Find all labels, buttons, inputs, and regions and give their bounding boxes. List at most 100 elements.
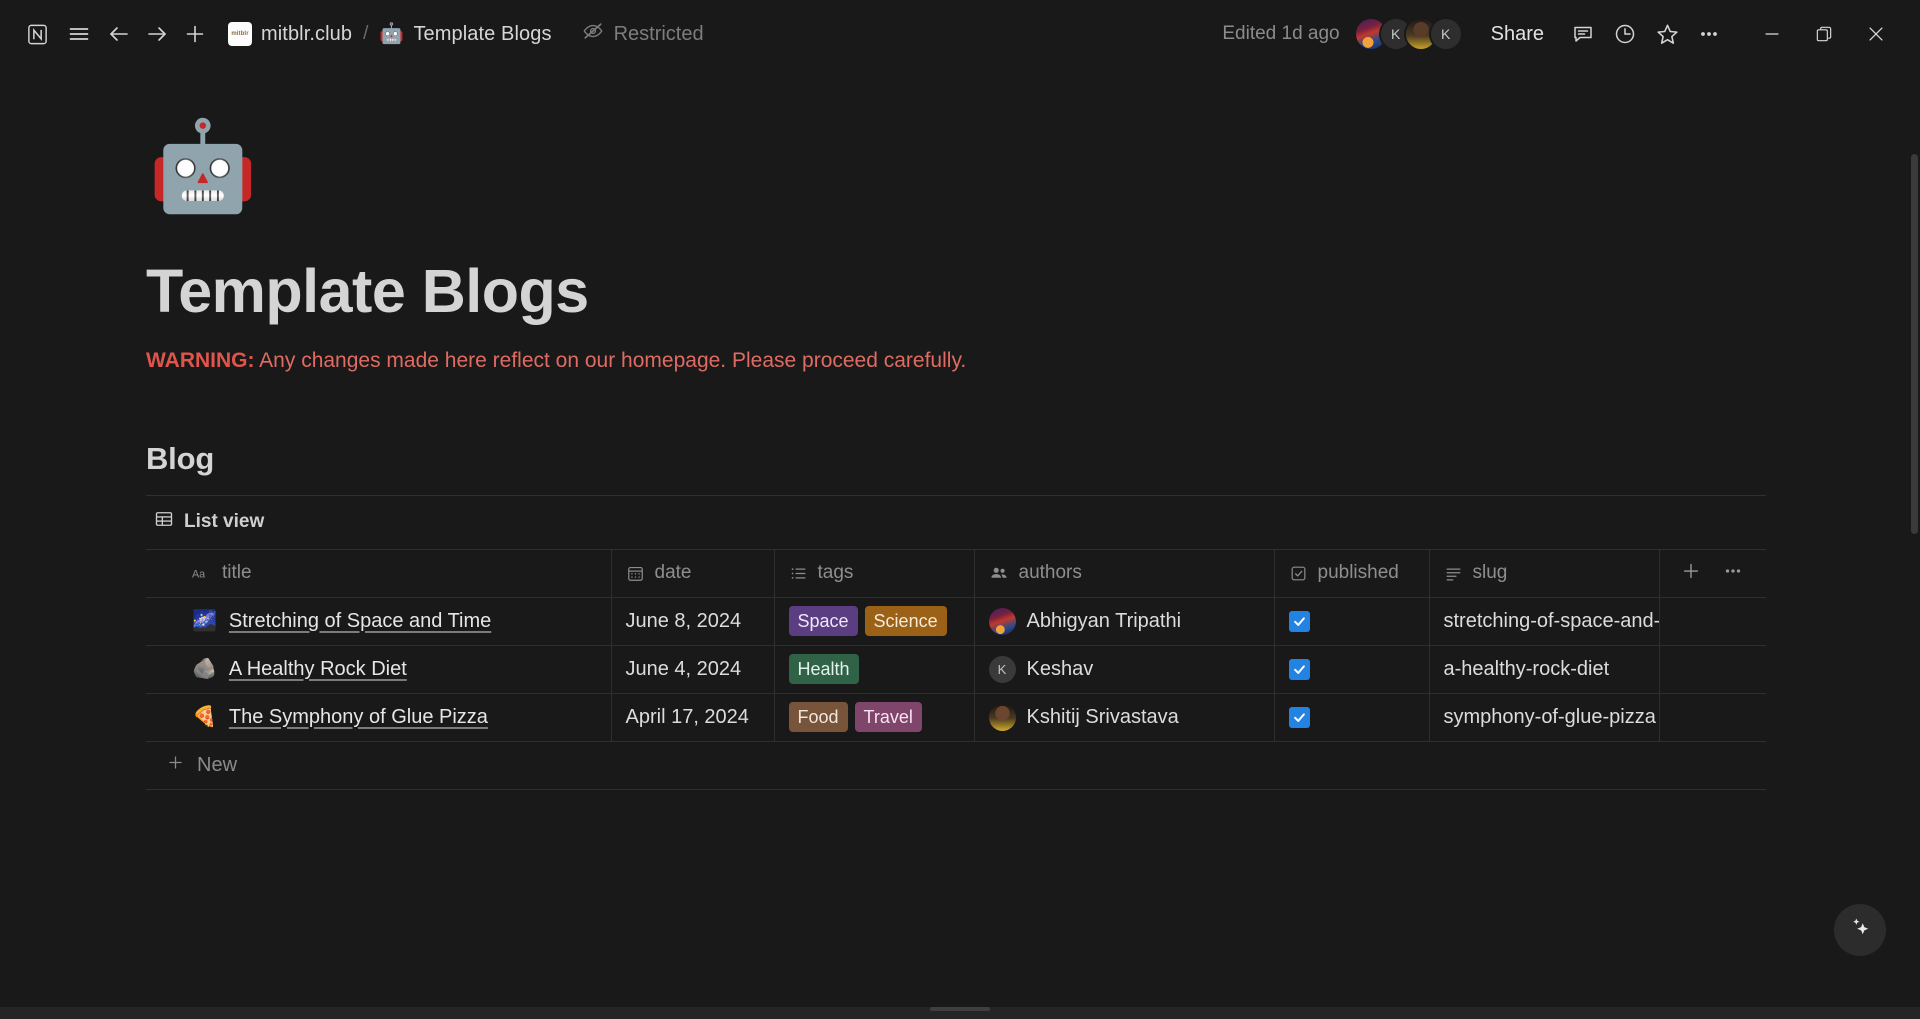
cell-tags[interactable]: Food Travel xyxy=(774,692,975,742)
cell-published[interactable] xyxy=(1274,596,1430,646)
cell-tags[interactable]: Space Science xyxy=(774,596,975,646)
tab-list-view[interactable]: List view xyxy=(146,505,272,539)
breadcrumb: mitblr mitblr.club / 🤖 Template Blogs xyxy=(220,17,560,51)
avatar[interactable]: K xyxy=(1428,17,1463,51)
edited-timestamp: Edited 1d ago xyxy=(1222,23,1340,44)
share-button[interactable]: Share xyxy=(1479,17,1556,52)
column-header-slug[interactable]: slug xyxy=(1429,548,1660,598)
database-title[interactable]: Blog xyxy=(146,441,1920,477)
cell-slug[interactable]: stretching-of-space-and-time xyxy=(1429,596,1660,646)
cell-published[interactable] xyxy=(1274,692,1430,742)
restricted-badge[interactable]: Restricted xyxy=(574,15,712,53)
column-header-title-label: title xyxy=(222,562,252,584)
table-row[interactable]: 🌌 Stretching of Space and Time June 8, 2… xyxy=(146,596,1766,646)
minimize-icon[interactable] xyxy=(1746,12,1798,56)
author-name: Abhigyan Tripathi xyxy=(1026,609,1182,632)
restore-icon[interactable] xyxy=(1798,12,1850,56)
column-header-date[interactable]: date xyxy=(611,548,775,598)
row-title-link[interactable]: Stretching of Space and Time xyxy=(229,610,491,633)
table-row[interactable]: 🪨 A Healthy Rock Diet June 4, 2024 Healt… xyxy=(146,644,1766,694)
cell-title[interactable]: 🪨 A Healthy Rock Diet xyxy=(146,644,612,694)
cell-title[interactable]: 🌌 Stretching of Space and Time xyxy=(146,596,612,646)
column-header-actions xyxy=(1659,548,1766,598)
row-title-link[interactable]: The Symphony of Glue Pizza xyxy=(229,706,488,729)
column-header-tags[interactable]: tags xyxy=(774,548,975,598)
column-header-title[interactable]: Aa title xyxy=(146,548,612,598)
add-column-icon[interactable] xyxy=(1680,560,1702,587)
table-more-options-icon[interactable] xyxy=(1722,560,1744,587)
new-row-button[interactable]: New xyxy=(146,742,1766,790)
ellipsis-icon[interactable] xyxy=(1688,13,1730,55)
cell-published[interactable] xyxy=(1274,644,1430,694)
svg-text:Aa: Aa xyxy=(192,568,205,580)
cell-empty xyxy=(1659,692,1766,742)
column-header-published-label: published xyxy=(1317,562,1399,584)
close-icon[interactable] xyxy=(1850,12,1902,56)
breadcrumb-workspace[interactable]: mitblr mitblr.club xyxy=(220,17,360,51)
collaborator-facepile[interactable]: K K xyxy=(1353,17,1463,51)
comment-icon[interactable] xyxy=(1562,13,1604,55)
breadcrumb-page-label: Template Blogs xyxy=(413,22,552,45)
column-header-date-label: date xyxy=(654,562,692,584)
tag-chip: Science xyxy=(864,606,947,637)
text-lines-icon xyxy=(1444,564,1463,583)
page-title[interactable]: Template Blogs xyxy=(146,257,1920,325)
breadcrumb-separator: / xyxy=(363,23,369,44)
text-aa-icon: Aa xyxy=(192,566,212,581)
column-header-authors[interactable]: authors xyxy=(974,548,1275,598)
database-table: Aa title date tags authors published slu… xyxy=(146,548,1766,742)
author-name: Keshav xyxy=(1026,657,1094,680)
plus-icon xyxy=(166,753,185,778)
cell-tags[interactable]: Health xyxy=(774,644,975,694)
cell-title[interactable]: 🍕 The Symphony of Glue Pizza xyxy=(146,692,612,742)
page-robot-icon[interactable]: 🤖 xyxy=(148,122,1920,232)
tag-chip: Travel xyxy=(854,702,922,733)
row-title-link[interactable]: A Healthy Rock Diet xyxy=(229,658,407,681)
published-checkbox[interactable] xyxy=(1288,610,1310,632)
cell-empty xyxy=(1659,596,1766,646)
cell-authors[interactable]: Kshitij Srivastava xyxy=(974,692,1275,742)
avatar xyxy=(988,607,1016,635)
titlebar-right-group: Edited 1d ago K K Share xyxy=(1222,12,1902,56)
milky-way-icon: 🌌 xyxy=(192,610,217,633)
vertical-scrollbar[interactable] xyxy=(1911,154,1918,534)
calendar-icon xyxy=(626,564,645,583)
column-header-published[interactable]: published xyxy=(1274,548,1430,598)
clock-icon[interactable] xyxy=(1604,13,1646,55)
back-button[interactable] xyxy=(100,13,138,55)
cell-date[interactable]: June 8, 2024 xyxy=(611,596,775,646)
eye-off-icon xyxy=(582,20,604,48)
published-checkbox[interactable] xyxy=(1288,658,1310,680)
page-content: 🤖 Template Blogs WARNING: Any changes ma… xyxy=(0,68,1920,1019)
sparkle-icon xyxy=(1847,914,1873,947)
forward-button[interactable] xyxy=(138,13,176,55)
warning-body: Any changes made here reflect on our hom… xyxy=(254,349,967,373)
cell-date[interactable]: June 4, 2024 xyxy=(611,644,775,694)
cell-slug[interactable]: symphony-of-glue-pizza xyxy=(1429,692,1660,742)
author-name: Kshitij Srivastava xyxy=(1026,705,1179,728)
window-titlebar: mitblr mitblr.club / 🤖 Template Blogs Re… xyxy=(0,0,1920,68)
published-checkbox[interactable] xyxy=(1288,706,1310,728)
checkbox-icon xyxy=(1289,564,1308,583)
cell-slug[interactable]: a-healthy-rock-diet xyxy=(1429,644,1660,694)
column-header-authors-label: authors xyxy=(1018,562,1082,584)
breadcrumb-page[interactable]: 🤖 Template Blogs xyxy=(371,18,559,51)
column-header-tags-label: tags xyxy=(817,562,854,584)
cell-authors[interactable]: Abhigyan Tripathi xyxy=(974,596,1275,646)
hamburger-menu-icon[interactable] xyxy=(58,13,100,55)
restricted-label: Restricted xyxy=(613,22,704,45)
database-view-bar: List view xyxy=(146,494,1766,549)
cell-date[interactable]: April 17, 2024 xyxy=(611,692,775,742)
tag-chip: Health xyxy=(788,654,859,685)
new-page-button[interactable] xyxy=(176,13,214,55)
notion-logo-icon[interactable] xyxy=(16,13,58,55)
star-icon[interactable] xyxy=(1646,13,1688,55)
avatar: K xyxy=(988,655,1016,683)
ai-assistant-button[interactable] xyxy=(1834,904,1886,956)
resize-handle[interactable] xyxy=(930,1007,990,1011)
table-view-icon xyxy=(154,509,174,535)
avatar xyxy=(988,703,1016,731)
person-icon xyxy=(989,564,1009,583)
table-row[interactable]: 🍕 The Symphony of Glue Pizza April 17, 2… xyxy=(146,692,1766,742)
cell-authors[interactable]: K Keshav xyxy=(974,644,1275,694)
